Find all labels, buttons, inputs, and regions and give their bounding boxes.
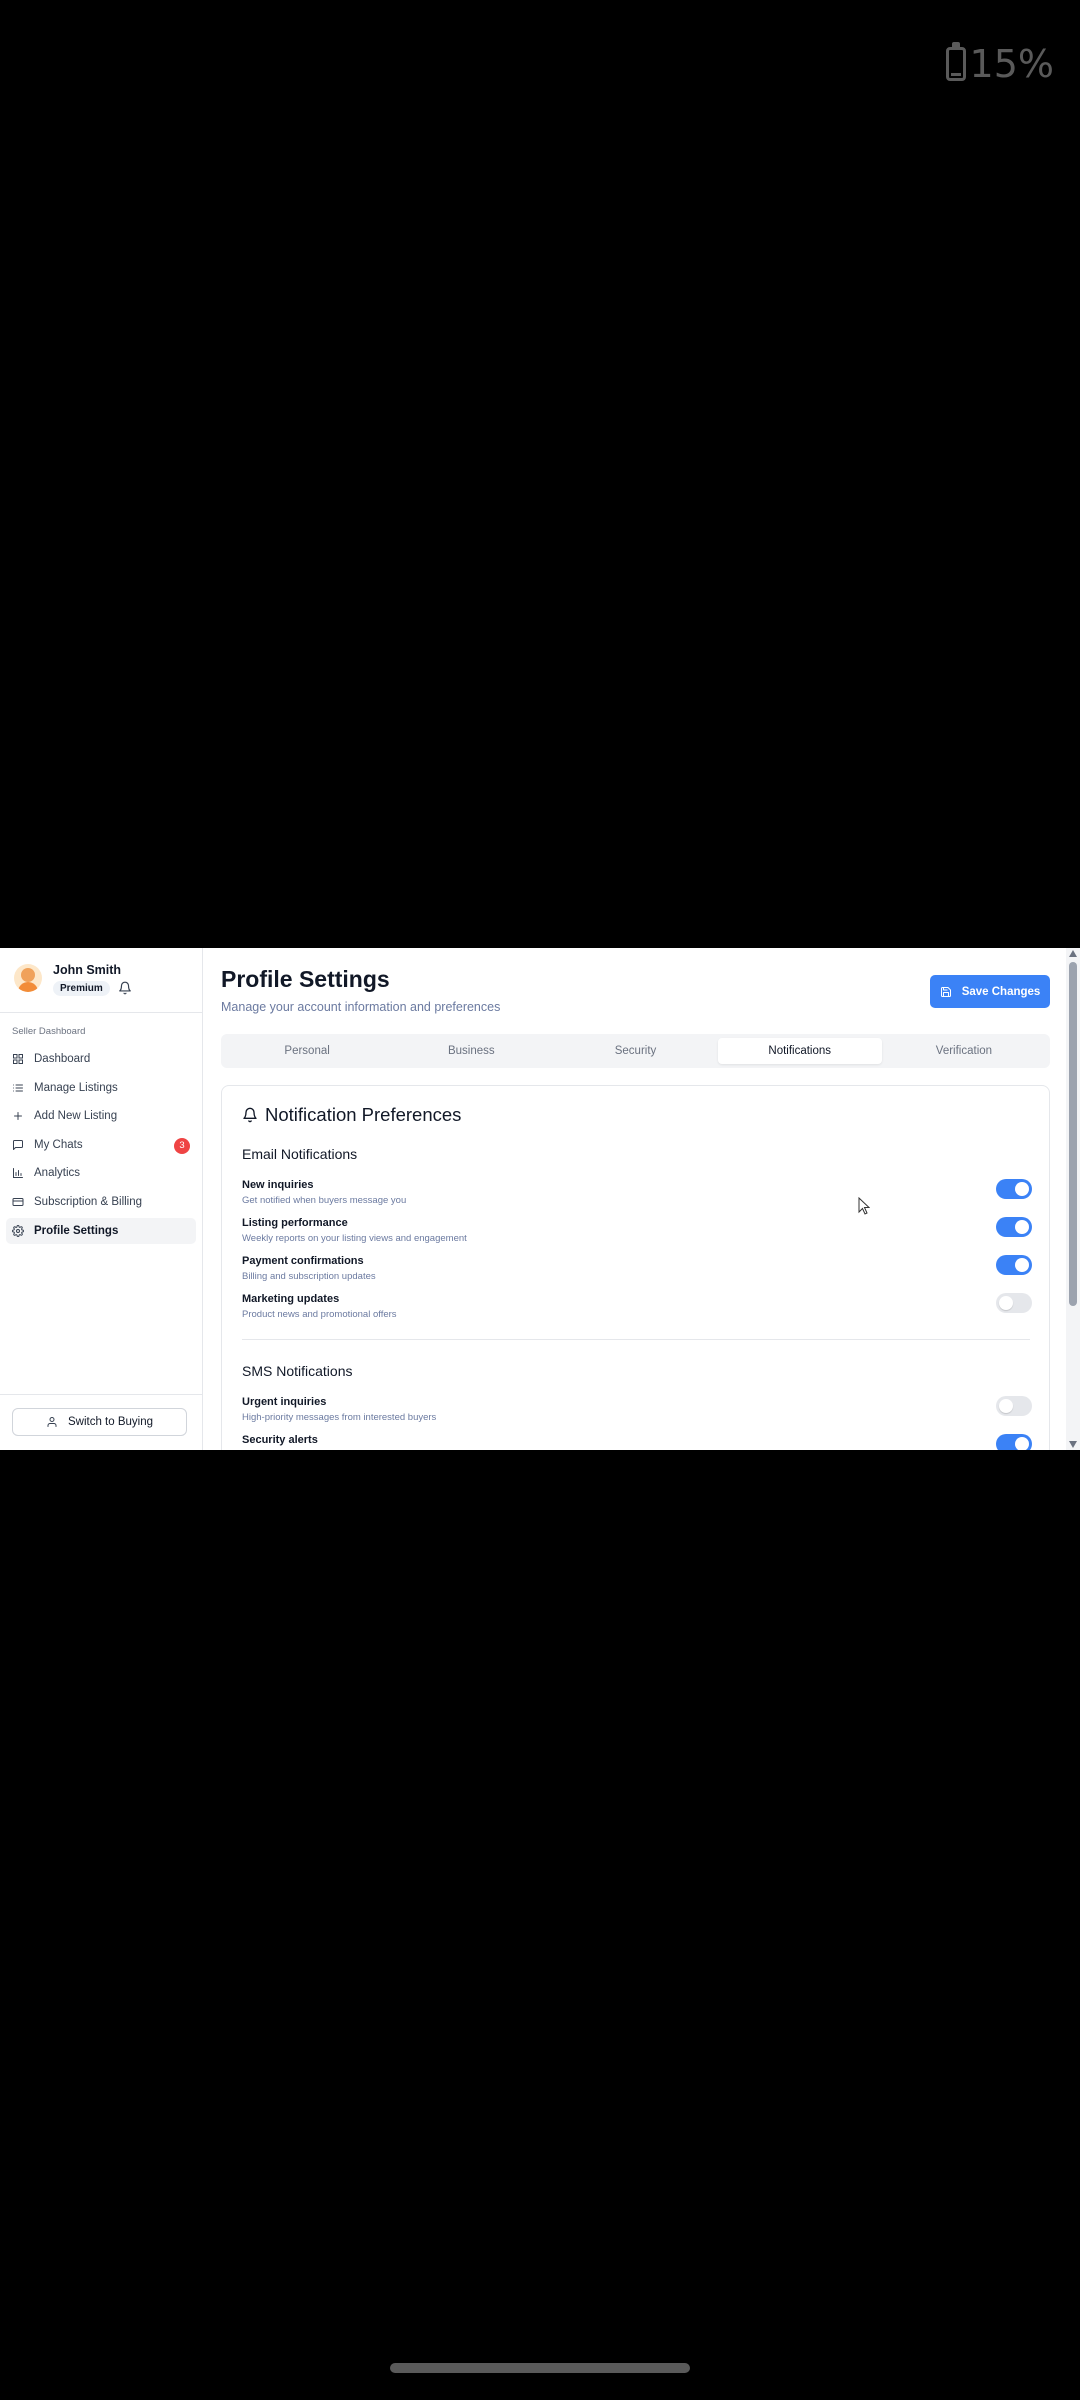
unread-badge: 3: [174, 1137, 190, 1154]
tab-personal[interactable]: Personal: [225, 1038, 389, 1064]
sidebar-item-add-listing[interactable]: Add New Listing: [6, 1103, 196, 1129]
pref-description: Get notified when buyers message you: [242, 1195, 407, 1206]
tab-notifications[interactable]: Notifications: [717, 1038, 882, 1064]
user-name: John Smith: [53, 963, 122, 977]
pref-marketing-updates: Marketing updates Product news and promo…: [242, 1293, 1032, 1327]
bar-chart-icon: [13, 1168, 23, 1179]
tab-security[interactable]: Security: [553, 1038, 717, 1064]
marketing-updates-toggle[interactable]: [996, 1293, 1032, 1313]
pref-payment-confirmations: Payment confirmations Billing and subscr…: [242, 1255, 1032, 1289]
pref-listing-performance: Listing performance Weekly reports on yo…: [242, 1217, 1032, 1251]
sidebar-nav: Dashboard Manage Listings Add New Listin…: [6, 1046, 196, 1246]
page-title: Profile Settings: [221, 966, 390, 992]
sidebar-item-label: Subscription & Billing: [34, 1195, 143, 1208]
battery-icon: [945, 42, 966, 81]
user-profile: John Smith Premium: [0, 948, 202, 1013]
sidebar-item-label: Profile Settings: [34, 1224, 119, 1237]
sidebar-item-dashboard[interactable]: Dashboard: [6, 1046, 196, 1072]
scroll-down-arrow-icon[interactable]: [1069, 1441, 1077, 1448]
switch-to-buying-button[interactable]: Switch to Buying: [12, 1408, 187, 1436]
sidebar-footer-divider: [0, 1394, 202, 1395]
pref-description: Product news and promotional offers: [242, 1309, 397, 1320]
scrollbar-thumb[interactable]: [1069, 962, 1077, 1306]
pref-new-inquiries: New inquiries Get notified when buyers m…: [242, 1179, 1032, 1213]
home-indicator[interactable]: [390, 2363, 690, 2373]
tab-business[interactable]: Business: [389, 1038, 553, 1064]
sidebar-item-label: Analytics: [34, 1167, 81, 1180]
sidebar-item-profile-settings[interactable]: Profile Settings: [6, 1217, 196, 1244]
sidebar-section-label: Seller Dashboard: [12, 1026, 86, 1037]
plan-badge: Premium: [53, 981, 110, 996]
sms-notifications-title: SMS Notifications: [242, 1363, 353, 1379]
pref-label: Listing performance: [242, 1217, 348, 1229]
pref-label: Security alerts: [242, 1434, 318, 1446]
pref-label: Payment confirmations: [242, 1255, 364, 1267]
plus-icon: [14, 1112, 22, 1121]
section-divider: [242, 1339, 1030, 1340]
app-window: John Smith Premium Seller Dashboard Dash…: [0, 948, 1080, 1450]
card-title: Notification Preferences: [242, 1104, 461, 1126]
pref-label: New inquiries: [242, 1179, 314, 1191]
save-changes-label: Save Changes: [961, 985, 1041, 998]
credit-card-icon: [12, 1197, 24, 1206]
pref-security-alerts: Security alerts: [242, 1434, 1032, 1450]
sidebar-item-subscription[interactable]: Subscription & Billing: [6, 1189, 196, 1215]
bell-icon: [243, 1107, 257, 1123]
battery-indicator: 15%: [945, 42, 1054, 86]
urgent-inquiries-toggle[interactable]: [996, 1396, 1032, 1416]
sidebar-item-label: Manage Listings: [34, 1081, 118, 1094]
pref-description: Weekly reports on your listing views and…: [242, 1233, 467, 1244]
save-changes-button[interactable]: Save Changes: [930, 975, 1050, 1008]
grid-icon: [13, 1054, 23, 1064]
email-notifications-title: Email Notifications: [242, 1146, 358, 1162]
new-inquiries-toggle[interactable]: [996, 1179, 1032, 1199]
sidebar-item-label: Add New Listing: [34, 1110, 118, 1123]
sidebar-item-manage-listings[interactable]: Manage Listings: [6, 1075, 196, 1101]
listing-performance-toggle[interactable]: [996, 1217, 1032, 1237]
switch-to-buying-label: Switch to Buying: [67, 1416, 153, 1428]
pref-description: High-priority messages from interested b…: [242, 1412, 437, 1423]
tab-verification[interactable]: Verification: [882, 1038, 1046, 1064]
sidebar: John Smith Premium Seller Dashboard Dash…: [0, 948, 203, 1450]
sidebar-item-analytics[interactable]: Analytics: [6, 1160, 196, 1186]
chat-icon: [13, 1139, 23, 1150]
bell-icon[interactable]: [118, 981, 132, 995]
user-icon: [47, 1417, 57, 1427]
pref-label: Urgent inquiries: [242, 1396, 327, 1408]
list-icon: [13, 1084, 23, 1092]
pref-urgent-inquiries: Urgent inquiries High-priority messages …: [242, 1396, 1032, 1430]
avatar[interactable]: [14, 964, 42, 992]
settings-tabs: Personal Business Security Notifications…: [221, 1034, 1050, 1068]
battery-percent: 15%: [969, 42, 1054, 86]
sidebar-item-label: Dashboard: [34, 1053, 91, 1065]
pref-description: Billing and subscription updates: [242, 1271, 376, 1282]
notification-preferences-card: Notification Preferences Email Notificat…: [221, 1085, 1050, 1450]
pref-label: Marketing updates: [242, 1293, 340, 1305]
page-subtitle: Manage your account information and pref…: [221, 1000, 501, 1014]
mouse-cursor-icon: [858, 1197, 870, 1215]
scroll-up-arrow-icon[interactable]: [1069, 950, 1077, 957]
gear-icon: [12, 1224, 24, 1237]
card-title-text: Notification Preferences: [265, 1104, 462, 1125]
payment-confirmations-toggle[interactable]: [996, 1255, 1032, 1275]
sidebar-item-label: My Chats: [34, 1138, 83, 1151]
save-icon: [940, 986, 951, 997]
sidebar-item-my-chats[interactable]: My Chats 3: [6, 1132, 196, 1158]
vertical-scrollbar[interactable]: [1066, 948, 1080, 1450]
security-alerts-toggle[interactable]: [996, 1434, 1032, 1450]
main-content: Profile Settings Manage your account inf…: [203, 948, 1066, 1450]
